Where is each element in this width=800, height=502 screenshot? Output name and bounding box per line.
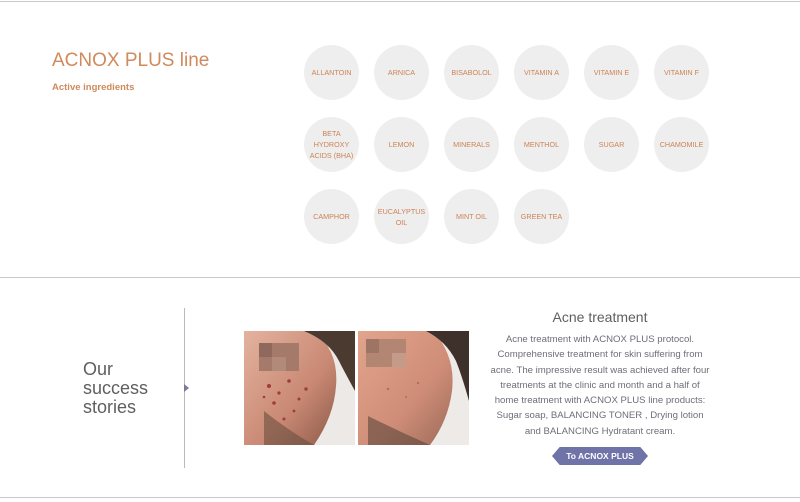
top-divider [0,1,800,2]
triangle-right-icon [184,384,189,392]
case-title: Acne treatment [552,309,648,325]
ingredient-vitamin-e: VITAMIN E [584,45,639,100]
ingredient-menthol: MENTHOL [514,117,569,172]
ingredient-mint-oil: MINT OIL [444,189,499,244]
bottom-divider [0,497,800,498]
ingredient-green-tea: GREEN TEA [514,189,569,244]
section-divider [0,277,800,278]
ingredient-camphor: CAMPHOR [304,189,359,244]
before-photo [244,331,355,445]
ingredient-bha: BETA HYDROXY ACIDS (BHA) [304,117,359,172]
ingredient-chamomile: CHAMOMILE [654,117,709,172]
product-line-title: ACNOX PLUS line [52,50,210,71]
ingredient-minerals: MINERALS [444,117,499,172]
ingredient-vitamin-a: VITAMIN A [514,45,569,100]
active-ingredients-label: Active ingredients [52,82,135,93]
after-photo [358,331,469,445]
ingredient-eucalyptus-oil: EUCALYPTUS OIL [374,189,429,244]
case-description: Acne treatment with ACNOX PLUS protocol.… [490,334,710,437]
success-stories-title: Our success stories [83,359,149,417]
ingredient-bisabolol: BISABOLOL [444,45,499,100]
ingredient-sugar: SUGAR [584,117,639,172]
ingredient-allantoin: ALLANTOIN [304,45,359,100]
to-acnox-plus-button[interactable]: To ACNOX PLUS [552,447,648,465]
ingredient-vitamin-f: VITAMIN F [654,45,709,100]
ingredient-arnica: ARNICA [374,45,429,100]
ingredient-lemon: LEMON [374,117,429,172]
